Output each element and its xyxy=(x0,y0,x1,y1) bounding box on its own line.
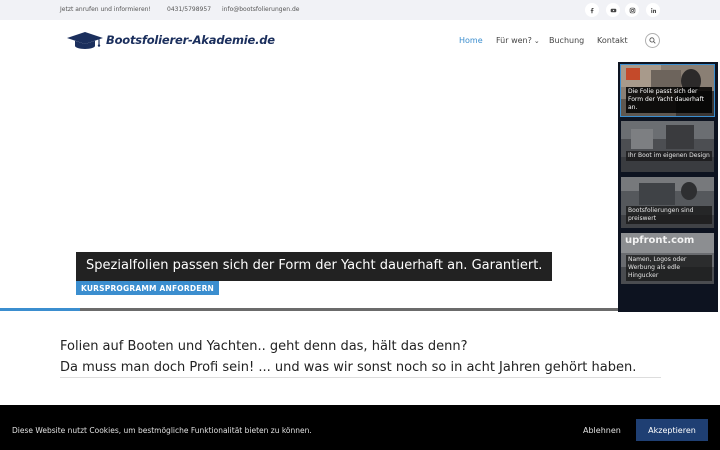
top-bar: Jetzt anrufen und informieren! 0431/5798… xyxy=(0,0,720,20)
nav-kontakt[interactable]: Kontakt xyxy=(597,36,628,45)
cookie-accept-button[interactable]: Akzeptieren xyxy=(636,419,708,441)
slide-thumbnail-3[interactable]: Bootsfolierungen sind preiswert xyxy=(621,177,714,228)
search-button[interactable] xyxy=(645,33,660,48)
thumbnail-brand-text: upfront.com xyxy=(625,235,695,246)
nav-fuer-wen[interactable]: Für wen? ⌄ xyxy=(496,36,540,45)
graduation-cap-icon xyxy=(67,32,103,49)
linkedin-icon[interactable] xyxy=(646,3,660,17)
thumbnail-caption: Die Folie passt sich der Form der Yacht … xyxy=(626,87,712,113)
slide-thumbnail-4[interactable]: upfront.com Namen, Logos oder Werbung al… xyxy=(621,233,714,284)
nav-fuer-wen-label: Für wen? xyxy=(496,36,532,45)
slider-thumbnails: Die Folie passt sich der Form der Yacht … xyxy=(618,62,718,312)
search-icon xyxy=(649,37,656,44)
chevron-down-icon: ⌄ xyxy=(533,37,540,45)
cookie-decline-button[interactable]: Ablehnen xyxy=(583,426,621,435)
slide-caption: Spezialfolien passen sich der Form der Y… xyxy=(76,252,553,281)
nav-home[interactable]: Home xyxy=(459,36,483,45)
call-to-action-text: Jetzt anrufen und informieren! xyxy=(60,6,151,13)
facebook-icon[interactable] xyxy=(585,3,599,17)
kursprogramm-button[interactable]: KURSPROGRAMM ANFORDERN xyxy=(76,281,220,295)
intro-line-2: Da muss man doch Profi sein! ... und was… xyxy=(60,360,637,375)
slider-progress-fill xyxy=(0,308,81,311)
thumbnail-caption: Bootsfolierungen sind preiswert xyxy=(626,206,712,224)
intro-line-1: Folien auf Booten und Yachten.. geht den… xyxy=(60,339,468,354)
hero-slider: Spezialfolien passen sich der Form der Y… xyxy=(0,62,720,312)
instagram-icon[interactable] xyxy=(625,3,639,17)
slider-progress-bar xyxy=(0,308,618,311)
section-divider xyxy=(60,377,661,378)
intro-heading: Folien auf Booten und Yachten.. geht den… xyxy=(60,336,660,378)
thumbnail-caption: Namen, Logos oder Werbung als edle Hingu… xyxy=(626,255,712,281)
slide-thumbnail-2[interactable]: Ihr Boot im eigenen Design xyxy=(621,121,714,172)
site-header: Bootsfolierer-Akademie.de Home Für wen? ⌄… xyxy=(0,20,720,62)
cookie-text: Diese Website nutzt Cookies, um bestmögl… xyxy=(12,426,312,435)
logo-text: Bootsfolierer-Akademie.de xyxy=(106,33,275,47)
site-logo[interactable]: Bootsfolierer-Akademie.de xyxy=(66,30,275,50)
thumbnail-image xyxy=(621,121,714,172)
thumbnail-caption: Ihr Boot im eigenen Design xyxy=(626,151,712,161)
cookie-banner: Diese Website nutzt Cookies, um bestmögl… xyxy=(0,405,720,450)
youtube-icon[interactable] xyxy=(606,3,620,17)
email-link[interactable]: info@bootsfolierungen.de xyxy=(222,6,299,13)
slide-thumbnail-1[interactable]: Die Folie passt sich der Form der Yacht … xyxy=(620,64,715,117)
nav-buchung[interactable]: Buchung xyxy=(549,36,584,45)
phone-link[interactable]: 0431/5798957 xyxy=(167,6,211,13)
